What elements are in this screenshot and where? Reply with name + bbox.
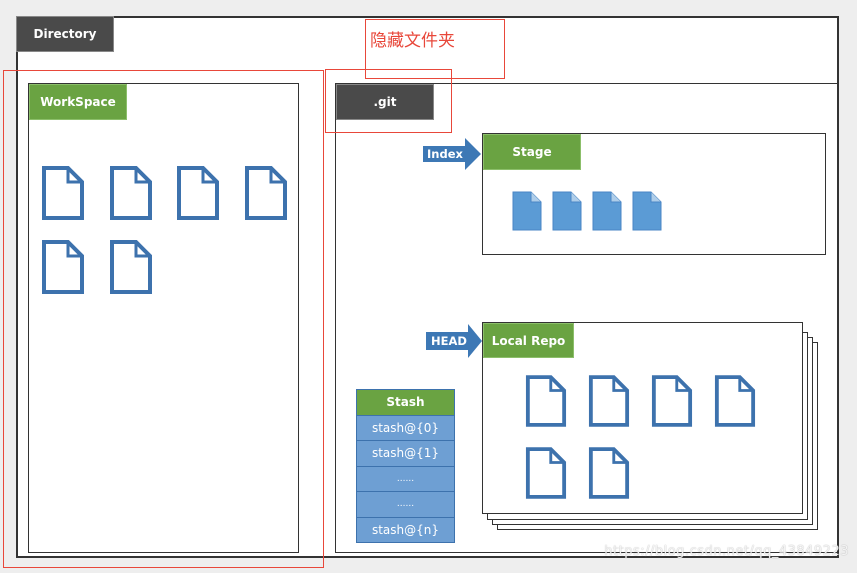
local-repo-tab: Local Repo <box>483 323 574 358</box>
file-icon <box>512 191 542 231</box>
stash-entry: stash@{0} <box>357 415 454 441</box>
file-icon <box>714 375 756 427</box>
file-icon <box>110 240 152 294</box>
head-label: HEAD <box>431 334 467 348</box>
watermark: https://blog.csdn.net/qq_43849223 <box>604 544 849 559</box>
file-icon <box>632 191 662 231</box>
workspace-tab: WorkSpace <box>29 84 127 120</box>
workspace-box <box>28 83 299 553</box>
directory-tab: Directory <box>16 16 114 52</box>
file-icon <box>177 166 219 220</box>
stash-entry: stash@{n} <box>357 517 454 542</box>
stash-entry: ...... <box>357 466 454 492</box>
stash-list: Stash stash@{0} stash@{1} ...... ...... … <box>356 389 455 543</box>
file-icon <box>592 191 622 231</box>
git-tab: .git <box>336 84 434 120</box>
file-icon <box>588 447 630 499</box>
file-icon <box>245 166 287 220</box>
stash-entry: ...... <box>357 492 454 518</box>
index-arrow: Index <box>423 138 481 170</box>
file-icon <box>525 375 567 427</box>
file-icon <box>110 166 152 220</box>
stage-tab: Stage <box>483 134 581 170</box>
hidden-folder-note: 隐藏文件夹 <box>370 31 455 51</box>
file-icon <box>42 166 84 220</box>
file-icon <box>42 240 84 294</box>
file-icon <box>525 447 567 499</box>
stash-header: Stash <box>357 390 454 416</box>
file-icon <box>552 191 582 231</box>
head-arrow: HEAD <box>426 324 482 358</box>
index-label: Index <box>427 147 463 161</box>
stash-entry: stash@{1} <box>357 441 454 467</box>
file-icon <box>651 375 693 427</box>
file-icon <box>588 375 630 427</box>
